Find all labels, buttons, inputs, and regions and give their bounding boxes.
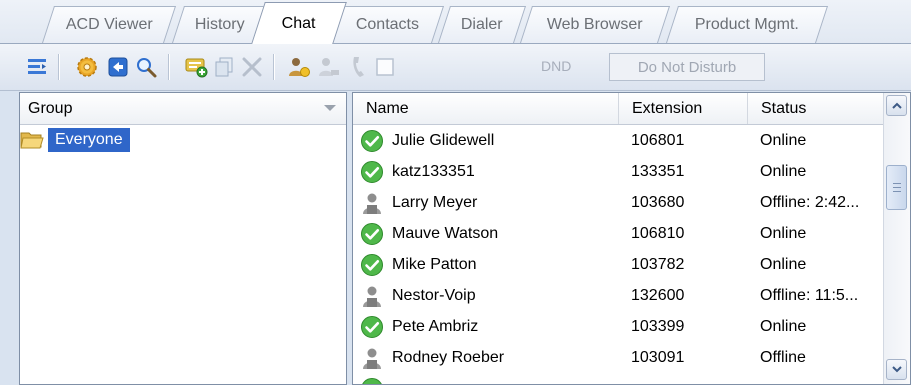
tab-label: History [194, 16, 245, 33]
contact-extension: 106810 [631, 225, 685, 242]
phone-icon[interactable] [346, 55, 370, 79]
online-check-icon [361, 161, 383, 183]
toolbar-separator [168, 54, 170, 80]
tab-strip: ACD Viewer History Chat Contacts Dialer … [0, 0, 911, 44]
online-check-icon [362, 378, 382, 384]
online-check-icon [361, 223, 383, 245]
dnd-status-field[interactable]: Do Not Disturb [609, 53, 765, 81]
columns-icon[interactable] [25, 55, 49, 79]
offline-user-icon [363, 193, 381, 214]
user-disabled-icon[interactable] [317, 55, 341, 79]
toolbar-separator [58, 54, 60, 80]
vertical-scrollbar[interactable] [883, 93, 910, 384]
tab-label: Dialer [460, 16, 503, 33]
contact-extension: 132600 [631, 287, 685, 304]
contact-row-partial[interactable] [353, 373, 883, 384]
contact-name: katz133351 [392, 163, 475, 180]
contact-extension: 103680 [631, 194, 685, 211]
scroll-thumb[interactable] [886, 165, 907, 210]
contact-name: Larry Meyer [392, 194, 478, 211]
column-header-extension[interactable]: Extension [619, 93, 748, 124]
scroll-grip [893, 183, 901, 184]
contact-status: Online [760, 318, 807, 335]
contact-row[interactable]: Pete Ambriz 103399 Online [353, 311, 883, 342]
delete-icon[interactable] [240, 55, 264, 79]
contact-status: Online [760, 256, 807, 273]
add-chat-icon[interactable] [184, 55, 208, 79]
tab-label: ACD Viewer [65, 16, 153, 33]
contact-row[interactable]: Mike Patton 103782 Online [353, 249, 883, 280]
user-status-icon[interactable] [287, 55, 311, 79]
group-header-label: Group [28, 99, 73, 117]
gear-icon[interactable] [75, 55, 99, 79]
tab-chat[interactable]: Chat [251, 2, 347, 44]
online-check-icon [361, 130, 383, 152]
scroll-grip [893, 191, 901, 192]
group-item-label: Everyone [48, 128, 130, 152]
contact-name: Mike Patton [392, 256, 477, 273]
contact-row[interactable]: Nestor-Voip 132600 Offline: 11:5... [353, 280, 883, 311]
contact-row[interactable]: Rodney Roeber 103091 Offline [353, 342, 883, 373]
sort-arrow-icon [324, 105, 336, 111]
contact-row[interactable]: Mauve Watson 106810 Online [353, 218, 883, 249]
contact-status: Online [760, 225, 807, 242]
group-column-header[interactable]: Group [20, 93, 346, 125]
scroll-up-button[interactable] [886, 95, 907, 116]
offline-user-icon [363, 348, 381, 369]
contact-status: Online [760, 163, 807, 180]
chevron-up-icon [891, 102, 902, 109]
chevron-down-icon [891, 366, 902, 373]
contact-name: Nestor-Voip [392, 287, 476, 304]
column-header-name[interactable]: Name [353, 93, 619, 124]
tab-label: Chat [281, 14, 316, 32]
contacts-list: Julie Glidewell 106801 Online katz133351… [353, 125, 883, 384]
tab-dialer[interactable]: Dialer [437, 6, 527, 43]
tab-label: Contacts [356, 16, 420, 33]
tab-label: Product Mgmt. [694, 16, 799, 33]
contacts-pane: Name Extension Status Julie Glidewell 10… [352, 92, 911, 385]
checkbox-icon[interactable] [373, 55, 397, 79]
tab-web-browser[interactable]: Web Browser [519, 6, 671, 43]
contact-name: Pete Ambriz [392, 318, 479, 335]
tab-acd-viewer[interactable]: ACD Viewer [41, 6, 177, 43]
tab-contacts[interactable]: Contacts [331, 6, 445, 43]
contact-name: Rodney Roeber [392, 349, 505, 366]
toolbar: DND Do Not Disturb [0, 44, 911, 91]
contact-status: Offline [760, 349, 806, 366]
contact-status: Online [760, 132, 807, 149]
contact-row[interactable]: katz133351 133351 Online [353, 156, 883, 187]
contact-extension: 133351 [631, 163, 685, 180]
offline-user-icon [363, 286, 381, 307]
contact-extension: 103091 [631, 349, 685, 366]
contact-extension: 103782 [631, 256, 685, 273]
contact-row[interactable]: Julie Glidewell 106801 Online [353, 125, 883, 156]
search-icon[interactable] [134, 55, 158, 79]
tab-product-mgmt[interactable]: Product Mgmt. [665, 6, 829, 43]
online-check-icon [361, 254, 383, 276]
toolbar-separator [273, 54, 275, 80]
back-icon[interactable] [106, 55, 130, 79]
group-item-everyone[interactable]: Everyone [20, 127, 346, 153]
scroll-grip [893, 187, 901, 188]
contact-row[interactable]: Larry Meyer 103680 Offline: 2:42... [353, 187, 883, 218]
tab-label: Web Browser [546, 16, 643, 33]
scroll-down-button[interactable] [886, 359, 907, 380]
contact-name: Mauve Watson [392, 225, 499, 242]
contact-name: Julie Glidewell [392, 132, 495, 149]
contact-extension: 106801 [631, 132, 685, 149]
contact-status: Offline: 11:5... [760, 287, 859, 304]
copy-icon[interactable] [212, 55, 236, 79]
group-pane: Group Everyone [19, 92, 347, 385]
contact-extension: 103399 [631, 318, 685, 335]
column-header-status[interactable]: Status [748, 93, 883, 124]
open-folder-icon [20, 132, 44, 149]
contacts-header: Name Extension Status [353, 93, 883, 125]
contact-status: Offline: 2:42... [760, 194, 860, 211]
dnd-label: DND [541, 58, 572, 74]
online-check-icon [361, 316, 383, 338]
